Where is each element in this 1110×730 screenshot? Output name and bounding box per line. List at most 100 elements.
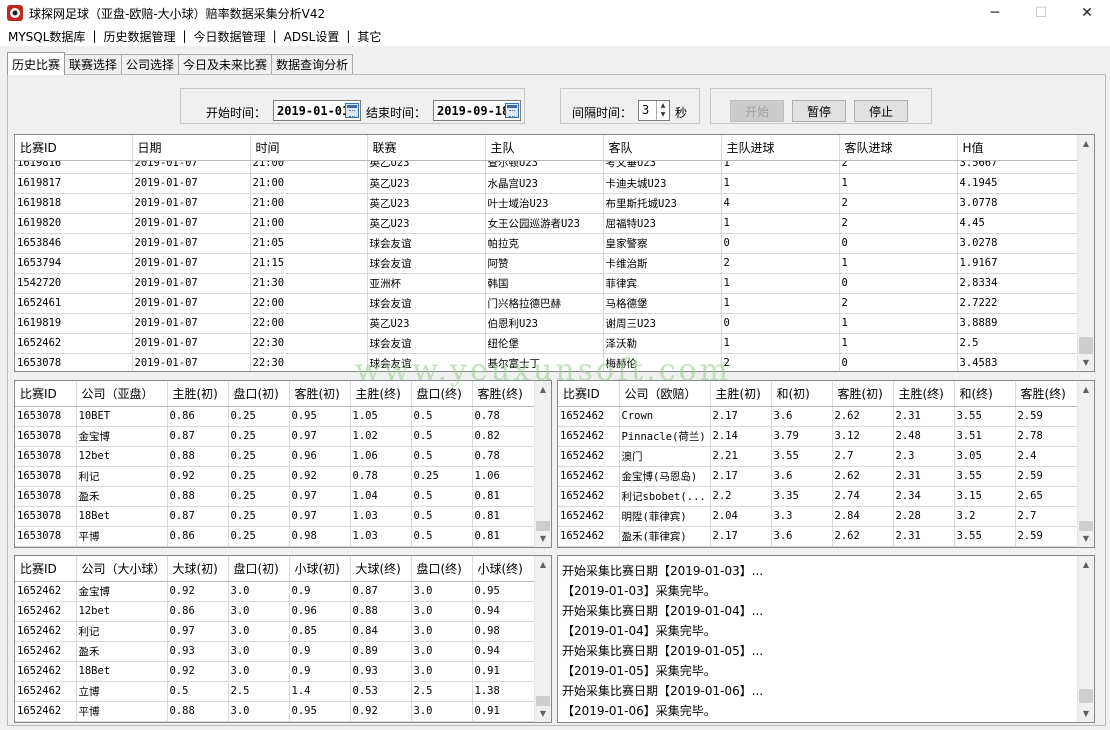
column-header[interactable]: 主胜(终) (893, 381, 955, 407)
column-header[interactable]: 盘口(终) (411, 556, 473, 582)
table-row[interactable]: 1652462 立博 0.5 2.5 1.4 0.53 2.5 1.38 (15, 681, 535, 702)
table-row[interactable]: 1542720 2019-01-07 21:30 亚洲杯 韩国 菲律宾 1 0 2.8334 (15, 273, 1077, 294)
column-header[interactable]: 客胜(终) (1015, 381, 1078, 407)
log-panel[interactable]: 开始采集比赛日期【2019-01-03】... 【2019-01-03】采集完毕。… (557, 555, 1095, 723)
column-header[interactable]: 日期 (132, 135, 251, 161)
column-header[interactable]: 公司（欧赔） (619, 381, 711, 407)
scroll-down-icon[interactable]: ▼ (1078, 354, 1094, 371)
column-header[interactable]: 小球(初) (289, 556, 351, 582)
column-header[interactable]: 盘口(终) (411, 381, 473, 407)
scroll-down-icon[interactable]: ▼ (535, 705, 551, 722)
table-row[interactable]: 1652462 澳门 2.21 3.55 2.7 2.3 3.05 2.4 (558, 446, 1078, 467)
asian-scrollbar[interactable]: ▲ ▼ (534, 381, 551, 547)
stop-button[interactable]: 停止 (854, 100, 908, 122)
column-header[interactable]: 时间 (250, 135, 368, 161)
scroll-down-icon[interactable]: ▼ (1078, 705, 1094, 722)
column-header[interactable]: 主胜(终) (350, 381, 412, 407)
spin-down-icon[interactable]: ▼ (657, 110, 669, 119)
column-header[interactable]: 公司（大小球） (76, 556, 168, 582)
column-header[interactable]: 比赛ID (558, 381, 620, 407)
table-row[interactable]: 1652462 盈禾(菲律宾) 2.17 3.6 2.62 2.31 3.55 2.59 (558, 526, 1078, 547)
column-header[interactable]: 主队进球 (721, 135, 840, 161)
table-row[interactable]: 1652462 Pinnacle(荷兰) 2.14 3.79 3.12 2.48 3.51 2… (558, 426, 1078, 447)
table-row[interactable]: 1653078 12bet 0.88 0.25 0.96 1.06 0.5 0.78 (15, 446, 535, 467)
column-header[interactable]: 客胜(终) (472, 381, 535, 407)
table-row[interactable]: 1652462 2019-01-07 22:30 球会友谊 纽伦堡 泽沃勒 1 1 2.5 (15, 333, 1077, 354)
table-row[interactable]: 1653078 盈禾 0.88 0.25 0.97 1.04 0.5 0.81 (15, 486, 535, 507)
overunder-scrollbar[interactable]: ▲ ▼ (534, 556, 551, 722)
europe-odds-grid[interactable]: 比赛ID 公司（欧赔） 主胜(初) 和(初) 客胜(初) 主胜(终) 和(终) 客胜(终) 16… (557, 380, 1095, 548)
table-row[interactable]: 1652462 利记sbobet(... 2.2 3.35 2.74 2.34 3.15 2.… (558, 486, 1078, 507)
spin-up-icon[interactable]: ▲ (657, 101, 669, 110)
column-header[interactable]: 和(初) (771, 381, 833, 407)
minimize-button[interactable]: ─ (972, 0, 1018, 26)
tab-league-select[interactable]: 联赛选择 (64, 54, 123, 74)
column-header[interactable]: 客队 (603, 135, 722, 161)
table-row[interactable]: 1652462 18Bet 0.92 3.0 0.9 0.93 3.0 0.91 (15, 661, 535, 682)
matches-scrollbar[interactable]: ▲ ▼ (1077, 135, 1094, 371)
column-header[interactable]: 盘口(初) (228, 556, 290, 582)
calendar-icon[interactable] (345, 103, 359, 118)
table-row[interactable]: 1652462 平博 0.88 3.0 0.95 0.92 3.0 0.91 (15, 701, 535, 722)
asian-odds-grid[interactable]: 比赛ID 公司（亚盘） 主胜(初) 盘口(初) 客胜(初) 主胜(终) 盘口(终) 客胜(终)… (14, 380, 552, 548)
scroll-up-icon[interactable]: ▲ (535, 556, 551, 573)
end-date-picker[interactable]: 2019-09-18 (433, 100, 521, 121)
table-row[interactable]: 1652462 明陞(菲律宾) 2.04 3.3 2.84 2.28 3.2 2.7 (558, 506, 1078, 527)
column-header[interactable]: 大球(初) (167, 556, 229, 582)
scroll-up-icon[interactable]: ▲ (1078, 135, 1094, 152)
table-row[interactable]: 1652462 Crown 2.17 3.6 2.62 2.31 3.55 2.59 (558, 406, 1078, 427)
column-header[interactable]: 小球(终) (472, 556, 535, 582)
menu-history-data[interactable]: 历史数据管理 (101, 28, 177, 45)
tab-today-future[interactable]: 今日及未来比赛 (178, 54, 273, 74)
overunder-odds-grid[interactable]: 比赛ID 公司（大小球） 大球(初) 盘口(初) 小球(初) 大球(终) 盘口(终) 小球(终… (14, 555, 552, 723)
table-row[interactable]: 1653078 金宝博 0.87 0.25 0.97 1.02 0.5 0.82 (15, 426, 535, 447)
column-header[interactable]: 主队 (485, 135, 604, 161)
column-header[interactable]: H值 (957, 135, 1078, 161)
log-scrollbar[interactable]: ▲ ▼ (1077, 556, 1094, 722)
column-header[interactable]: 比赛ID (15, 135, 133, 161)
scroll-up-icon[interactable]: ▲ (1078, 381, 1094, 398)
table-row[interactable]: 1653078 18Bet 0.87 0.25 0.97 1.03 0.5 0.81 (15, 506, 535, 527)
table-row[interactable]: 1653846 2019-01-07 21:05 球会友谊 帕拉克 皇家警察 0 0 3.027… (15, 233, 1077, 254)
table-row[interactable]: 1652462 利记 0.97 3.0 0.85 0.84 3.0 0.98 (15, 621, 535, 642)
table-row[interactable]: 1619818 2019-01-07 21:00 英乙U23 叶士域治U23 布里斯托城U… (15, 193, 1077, 214)
table-row[interactable]: 1619820 2019-01-07 21:00 英乙U23 女王公园巡游者U23 屈福特… (15, 213, 1077, 234)
table-row[interactable]: 1619819 2019-01-07 22:00 英乙U23 伯恩利U23 谢周三U23 0… (15, 313, 1077, 334)
scroll-up-icon[interactable]: ▲ (1078, 556, 1094, 573)
start-date-picker[interactable]: 2019-01-01 (273, 100, 361, 121)
menu-mysql[interactable]: MYSQL数据库 (6, 28, 87, 45)
tab-data-query[interactable]: 数据查询分析 (271, 54, 354, 74)
table-row[interactable]: 1619816 2019-01-07 21:00 英乙U23 查尔顿U23 考文垂U23 1… (15, 161, 1077, 174)
europe-scrollbar[interactable]: ▲ ▼ (1077, 381, 1094, 547)
column-header[interactable]: 主胜(初) (167, 381, 229, 407)
menu-other[interactable]: 其它 (355, 28, 383, 45)
table-row[interactable]: 1652462 金宝博(马恩岛) 2.17 3.6 2.62 2.31 3.55 2.59 (558, 466, 1078, 487)
interval-stepper[interactable]: 3 ▲ ▼ (638, 100, 670, 121)
start-button[interactable]: 开始 (730, 100, 784, 122)
menu-today-data[interactable]: 今日数据管理 (192, 28, 268, 45)
column-header[interactable]: 客胜(初) (832, 381, 894, 407)
table-row[interactable]: 1653078 平博 0.86 0.25 0.98 1.03 0.5 0.81 (15, 526, 535, 547)
tab-history-matches[interactable]: 历史比赛 (7, 52, 66, 75)
tab-company-select[interactable]: 公司选择 (121, 54, 180, 74)
column-header[interactable]: 和(终) (954, 381, 1016, 407)
column-header[interactable]: 客胜(初) (289, 381, 351, 407)
table-row[interactable]: 1652462 盈禾 0.93 3.0 0.9 0.89 3.0 0.94 (15, 641, 535, 662)
table-row[interactable]: 1652462 12bet 0.86 3.0 0.96 0.88 3.0 0.94 (15, 601, 535, 622)
table-row[interactable]: 1653794 2019-01-07 21:15 球会友谊 阿赞 卡维治斯 2 1 1.9167 (15, 253, 1077, 274)
table-row[interactable]: 1652462 金宝博 0.92 3.0 0.9 0.87 3.0 0.95 (15, 581, 535, 602)
calendar-icon[interactable] (505, 103, 519, 118)
menu-adsl[interactable]: ADSL设置 (282, 28, 342, 45)
column-header[interactable]: 比赛ID (15, 556, 77, 582)
scroll-down-icon[interactable]: ▼ (535, 530, 551, 547)
table-row[interactable]: 1653078 2019-01-07 22:30 球会友谊 基尔富士丁 梅赫伦 2 0 3.45… (15, 353, 1077, 371)
column-header[interactable]: 盘口(初) (228, 381, 290, 407)
column-header[interactable]: 主胜(初) (710, 381, 772, 407)
scroll-thumb[interactable] (1079, 689, 1093, 703)
table-row[interactable]: 1652461 2019-01-07 22:00 球会友谊 门兴格拉德巴赫 马格德堡 1 2 2… (15, 293, 1077, 314)
column-header[interactable]: 比赛ID (15, 381, 77, 407)
maximize-button[interactable]: ☐ (1018, 0, 1064, 26)
scroll-thumb[interactable] (1079, 337, 1093, 354)
close-button[interactable]: ✕ (1064, 0, 1110, 26)
column-header[interactable]: 客队进球 (839, 135, 958, 161)
